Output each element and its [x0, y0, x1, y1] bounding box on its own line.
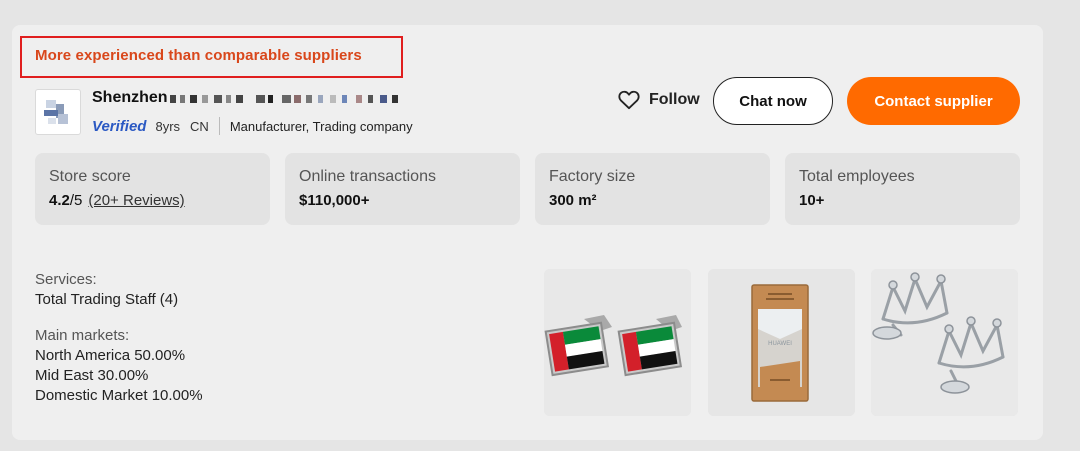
stat-value: 10+ [799, 192, 825, 209]
services-heading: Services: [35, 271, 97, 288]
verified-badge[interactable]: Verified [92, 118, 146, 135]
market-item: North America 50.00% [35, 347, 186, 364]
stat-label: Online transactions [299, 168, 436, 185]
supplier-meta: Verified 8yrs CN Manufacturer, Trading c… [92, 117, 413, 135]
stat-label: Factory size [549, 168, 636, 185]
market-item: Mid East 30.00% [35, 367, 149, 384]
chat-now-button[interactable]: Chat now [713, 77, 833, 125]
stat-label: Total employees [799, 168, 915, 185]
product-thumbnail-crown-cufflinks[interactable] [871, 269, 1018, 416]
meta-divider [218, 117, 220, 135]
years-in-business: 8yrs [155, 118, 181, 134]
stat-value: $110,000+ [299, 192, 370, 209]
store-score-card: Store score 4.2/5 (20+ Reviews) [35, 153, 270, 225]
heart-icon [618, 90, 640, 110]
crown-cufflinks-image [871, 269, 1018, 416]
online-transactions-card: Online transactions $110,000+ [285, 153, 520, 225]
factory-size-card: Factory size 300 m² [535, 153, 770, 225]
follow-label: Follow [649, 91, 700, 108]
store-score-value: 4.2 [49, 192, 70, 209]
reviews-link[interactable]: (20+ Reviews) [88, 192, 184, 209]
country-code: CN [190, 118, 209, 134]
supplier-logo[interactable] [35, 89, 81, 135]
market-item: Domestic Market 10.00% [35, 387, 203, 404]
product-thumbnail-trophy[interactable]: HUAWEI [708, 269, 855, 416]
stat-label: Store score [49, 168, 131, 185]
experience-tagline: More experienced than comparable supplie… [35, 47, 362, 64]
services-item: Total Trading Staff (4) [35, 291, 179, 308]
uae-flag-cufflinks-image [544, 269, 691, 416]
svg-text:HUAWEI: HUAWEI [768, 341, 792, 347]
main-markets-section: Main markets: North America 50.00% Mid E… [35, 326, 203, 406]
total-employees-card: Total employees 10+ [785, 153, 1020, 225]
supplier-name[interactable]: Shenzhen [92, 89, 168, 107]
stat-value: 300 m² [549, 192, 597, 209]
contact-supplier-button[interactable]: Contact supplier [847, 77, 1020, 125]
business-type: Manufacturer, Trading company [229, 118, 413, 134]
product-thumbnail-cufflinks-flag[interactable] [544, 269, 691, 416]
store-score-max: /5 [69, 192, 83, 209]
follow-button[interactable]: Follow [618, 88, 700, 112]
services-section: Services: Total Trading Staff (4) [35, 270, 178, 310]
stat-value: 4.2/5 (20+ Reviews) [49, 192, 256, 209]
wooden-crystal-trophy-image: HUAWEI [708, 269, 855, 416]
supplier-name-redacted [170, 91, 400, 107]
markets-heading: Main markets: [35, 327, 130, 344]
